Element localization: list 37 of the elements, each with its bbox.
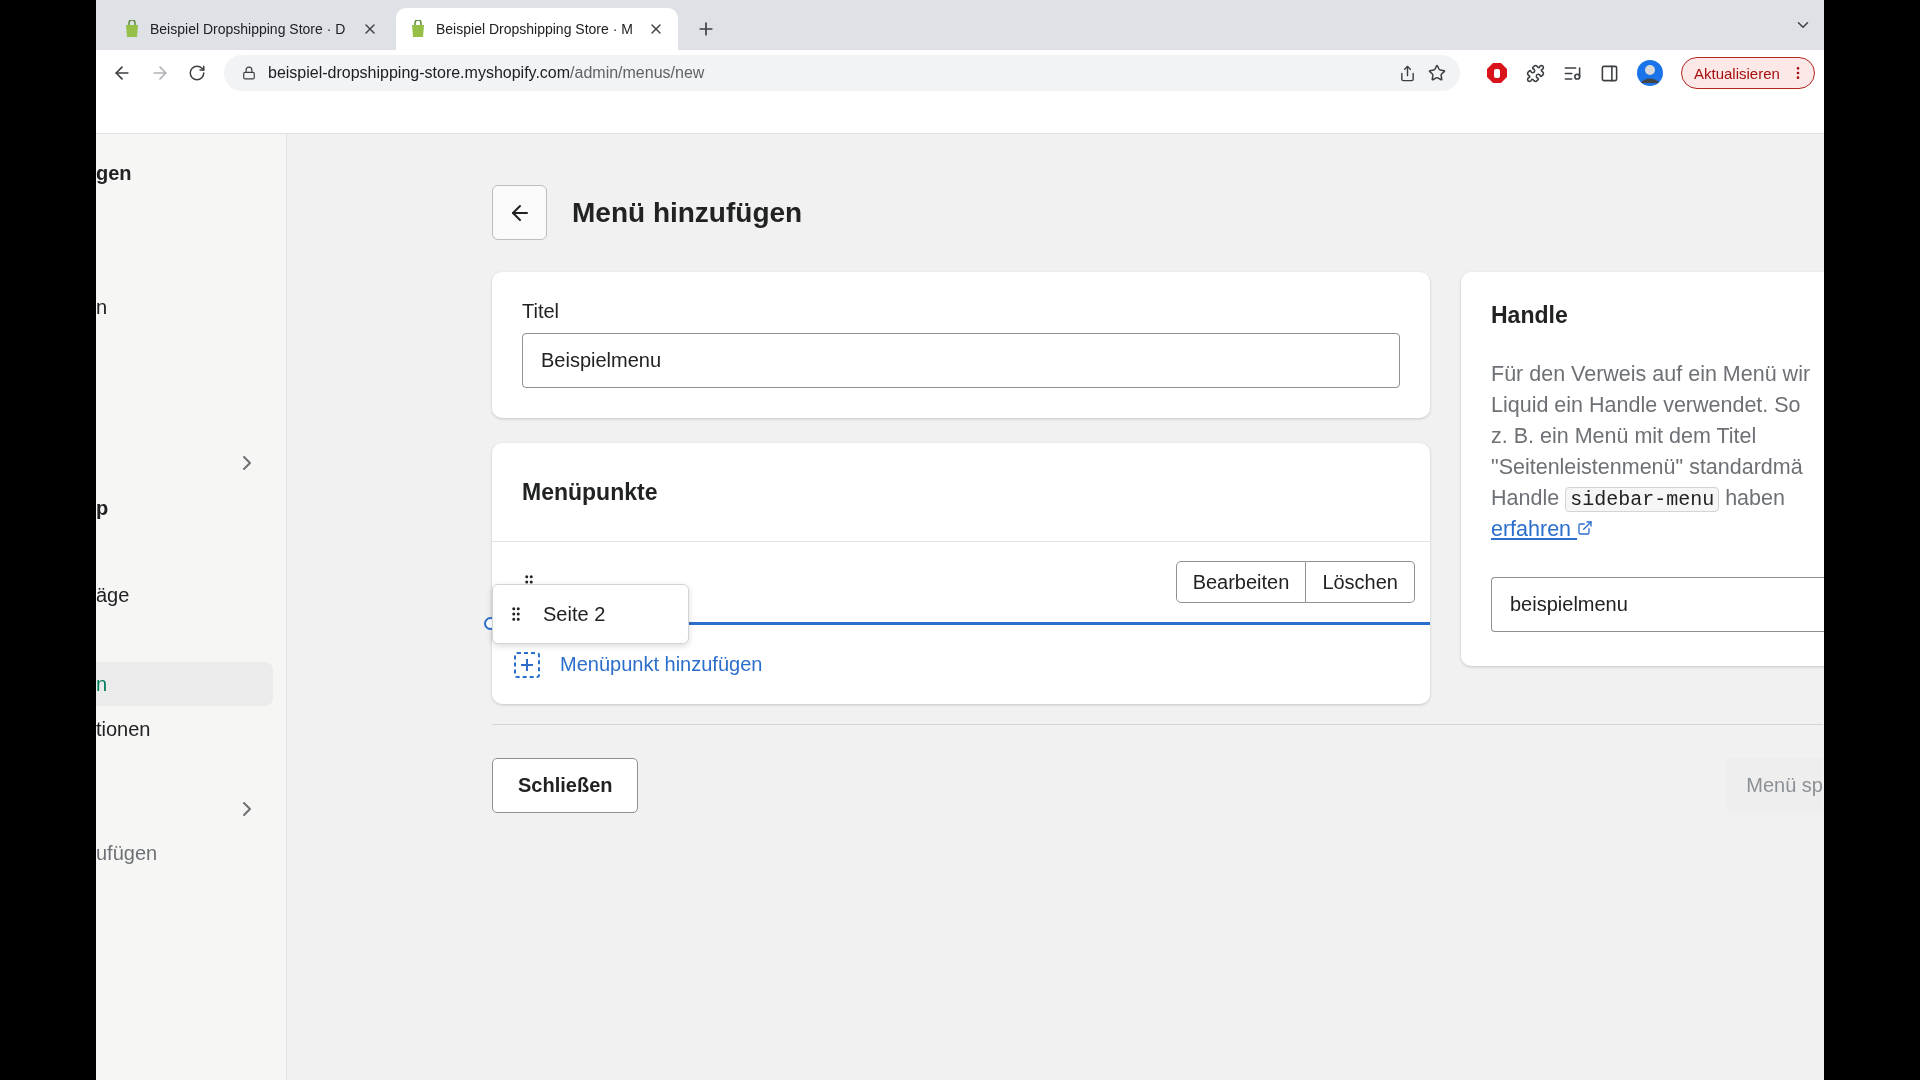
dragged-menu-item[interactable]: Seite 2 [492,584,689,644]
side-panel-icon[interactable] [1600,63,1619,83]
avatar-icon[interactable] [1637,60,1663,86]
action-button[interactable]: Löschen [1306,561,1415,603]
sidebar-item[interactable]: gen [96,151,273,195]
star-icon[interactable] [1428,64,1446,82]
card-heading: Handle [1491,302,1569,329]
lock-icon [242,66,256,80]
back-button[interactable] [492,185,547,240]
external-link-icon [1577,520,1594,536]
stop-sign-icon[interactable] [1486,62,1508,84]
shopping-bag-icon [124,20,140,38]
sidebar-item[interactable]: ufügen [96,831,273,875]
handle-input[interactable]: beispielmenu [1491,577,1824,632]
card-heading: Menüpunkte [522,478,658,506]
share-icon[interactable] [1399,64,1416,82]
update-button[interactable]: Aktualisieren [1681,57,1815,89]
action-button[interactable]: Bearbeiten [1175,561,1307,603]
field-label: Titel [522,300,561,323]
puzzle-icon[interactable] [1526,63,1545,83]
handle-description: Für den Verweis auf ein Menü wir Liquid ein Handle verwendet. So z. B. ein Menü mit dem Titel "Seitenleistenmenü" standardmä Handle sidebar-menu haben erfahren [1491,361,1812,543]
address-bar[interactable]: beispiel-dropshipping-store.myshopify.com/admin/menus/new [224,55,1460,91]
reload-icon[interactable] [188,64,206,82]
browser-tab[interactable]: Beispiel Dropshipping Store · D [110,8,392,50]
close-button[interactable]: Schließen [492,758,639,813]
learn-more-link[interactable]: erfahren [1491,517,1594,541]
sidebar-item[interactable]: n [96,662,273,706]
add-menu-item-link[interactable]: Menüpunkt hinzufügen [560,653,763,676]
sidebar-item[interactable]: p [96,486,273,530]
sidebar-item[interactable]: tionen [96,707,273,751]
shopping-bag-icon [410,20,426,38]
sidebar-item[interactable]: äge [96,573,273,617]
page-title: Menü hinzufügen [572,196,803,229]
sidebar-item[interactable]: n [96,285,273,329]
browser-tab[interactable]: Beispiel Dropshipping Store · M [396,8,678,50]
add-item-icon[interactable] [514,651,540,678]
title-input[interactable]: Beispielmenu [522,333,1400,388]
